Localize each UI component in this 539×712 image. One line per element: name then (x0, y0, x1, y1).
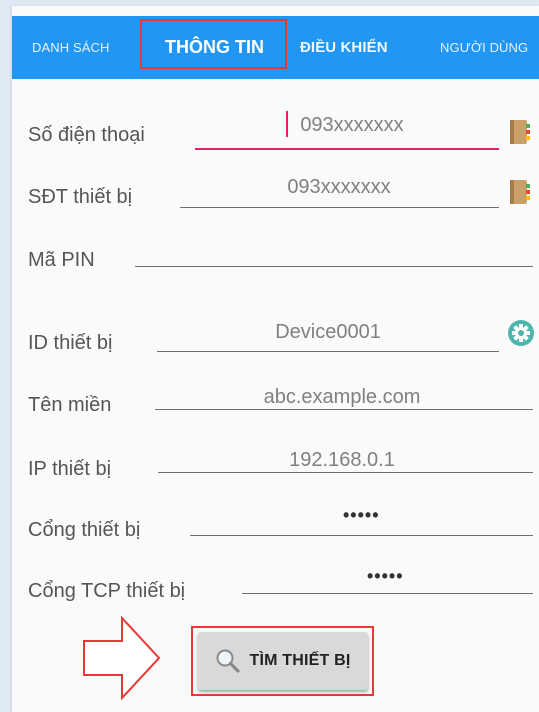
contacts-book-icon[interactable] (509, 179, 531, 205)
device-phone-input[interactable]: 093xxxxxxx (239, 176, 439, 199)
device-port-input[interactable]: ••••• (343, 505, 380, 526)
pin-input-underline (135, 266, 533, 267)
device-id-label: ID thiết bị (28, 332, 113, 354)
tab-bar: DANH SÁCH THÔNG TIN ĐIỀU KHIỂN NGƯỜI DÙN… (12, 16, 539, 79)
pin-label: Mã PIN (28, 249, 95, 271)
pointer-arrow-icon (83, 615, 161, 701)
phone-label: Số điện thoại (28, 124, 145, 146)
phone-input[interactable]: 093xxxxxxx (252, 114, 452, 137)
phone-input-underline (195, 148, 499, 150)
domain-label: Tên miền (28, 394, 112, 416)
text-caret (286, 111, 288, 137)
tab-dieu-khien[interactable]: ĐIỀU KHIỂN (300, 16, 388, 79)
device-id-input-underline (157, 351, 499, 352)
domain-input[interactable]: abc.example.com (212, 386, 472, 409)
tcp-port-input[interactable]: ••••• (367, 566, 404, 587)
find-device-button-label: TÌM THIẾT BỊ (249, 652, 351, 669)
device-ip-label: IP thiết bị (28, 458, 112, 480)
find-device-button[interactable]: TÌM THIẾT BỊ (198, 632, 368, 690)
device-ip-input-underline (158, 472, 533, 473)
domain-input-underline (155, 409, 533, 410)
tcp-port-label: Cổng TCP thiết bị (28, 580, 186, 602)
magnifier-icon (216, 649, 241, 673)
tab-thong-tin[interactable]: THÔNG TIN (165, 16, 264, 79)
gear-icon[interactable] (507, 319, 535, 347)
contacts-book-icon[interactable] (509, 119, 531, 145)
tcp-port-input-underline (242, 593, 533, 594)
device-phone-label: SĐT thiết bị (28, 186, 133, 208)
device-port-label: Cổng thiết bị (28, 519, 141, 541)
device-id-input[interactable]: Device0001 (228, 321, 428, 344)
device-ip-input[interactable]: 192.168.0.1 (242, 449, 442, 472)
device-port-input-underline (190, 535, 533, 536)
tab-danh-sach[interactable]: DANH SÁCH (32, 16, 109, 79)
tab-nguoi-dung[interactable]: NGƯỜI DÙNG (440, 16, 528, 79)
device-phone-input-underline (180, 207, 499, 208)
app-screen: DANH SÁCH THÔNG TIN ĐIỀU KHIỂN NGƯỜI DÙN… (12, 6, 539, 712)
